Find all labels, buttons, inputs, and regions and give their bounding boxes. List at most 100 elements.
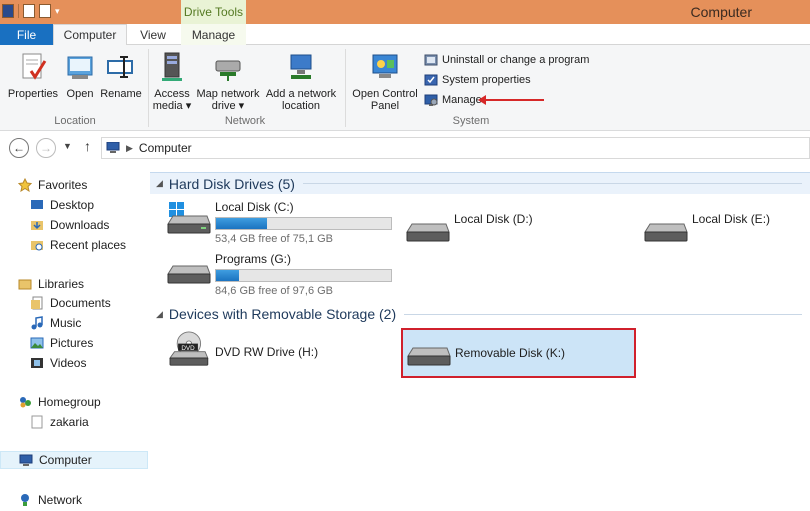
divider: [18, 4, 19, 18]
hard-drive-icon: [644, 223, 688, 242]
nav-item-videos[interactable]: Videos: [30, 354, 86, 372]
drive-e[interactable]: Local Disk (E:): [642, 212, 770, 248]
nav-item-network[interactable]: Network: [18, 491, 82, 509]
arrow-up-icon: ↑: [84, 138, 91, 154]
drive-d[interactable]: Local Disk (D:): [404, 212, 533, 248]
user-icon: [31, 415, 43, 429]
drive-c[interactable]: Local Disk (C:) 53,4 GB free of 75,1 GB: [165, 200, 392, 245]
drive-name: Local Disk (C:): [215, 200, 294, 214]
recent-places-icon: [31, 241, 43, 251]
title-bar: ▾ Drive Tools Computer: [0, 0, 810, 24]
group-header-hard-disk-drives[interactable]: ◢ Hard Disk Drives (5): [150, 172, 810, 194]
properties-button[interactable]: Properties: [6, 51, 60, 100]
new-folder-icon[interactable]: [39, 4, 51, 18]
nav-item-user[interactable]: zakaria: [30, 413, 89, 431]
open-button[interactable]: Open: [62, 51, 98, 100]
divider: [404, 313, 802, 315]
drive-name: DVD RW Drive (H:): [215, 345, 319, 359]
libraries-icon: [18, 279, 32, 290]
dvd-logo: DVD: [181, 345, 195, 352]
drive-name: Removable Disk (K:): [455, 346, 566, 360]
group-label-network: Network: [224, 115, 266, 127]
collapse-icon[interactable]: ◢: [156, 309, 163, 320]
nav-item-computer[interactable]: Computer: [0, 451, 148, 469]
dvd-drive-icon: DVD: [169, 331, 209, 366]
drive-h[interactable]: DVD DVD RW Drive (H:): [165, 331, 318, 367]
documents-icon: [31, 296, 43, 310]
downloads-icon: [31, 221, 43, 230]
computer-icon[interactable]: [2, 4, 14, 18]
chevron-right-icon[interactable]: ▶: [126, 143, 133, 154]
computer-icon: [19, 454, 33, 466]
address-row: ← → ▼ ↑ ▶ Computer: [0, 131, 810, 165]
tab-view[interactable]: View: [127, 24, 179, 45]
divider: [148, 49, 149, 127]
nav-item-desktop[interactable]: Desktop: [30, 196, 94, 214]
media-server-icon: [162, 52, 182, 81]
nav-item-documents[interactable]: Documents: [30, 294, 111, 312]
drive-g[interactable]: Programs (G:) 84,6 GB free of 97,6 GB: [165, 252, 392, 297]
network-drive-icon: [215, 60, 241, 81]
divider: [345, 49, 346, 127]
ribbon: Properties Open Rename Location Access m…: [0, 45, 810, 131]
system-drive-icon: [167, 202, 211, 234]
properties-icon[interactable]: [23, 4, 35, 18]
recent-locations-dropdown[interactable]: ▼: [63, 141, 72, 151]
address-bar[interactable]: ▶ Computer: [101, 137, 810, 159]
divider: [302, 183, 802, 184]
uninstall-program-button[interactable]: Uninstall or change a program: [424, 51, 589, 68]
computer-icon: [106, 142, 120, 153]
address-path[interactable]: Computer: [139, 141, 192, 155]
arrow-left-icon: ←: [13, 141, 25, 155]
drive-name: Local Disk (E:): [692, 212, 771, 226]
access-media-button[interactable]: Access media ▾: [152, 51, 192, 112]
network-location-icon: [290, 54, 312, 79]
quick-access-toolbar: ▾: [2, 4, 60, 18]
rename-button[interactable]: Rename: [100, 51, 142, 100]
nav-item-recent-places[interactable]: Recent places: [30, 236, 126, 254]
tab-file[interactable]: File: [0, 24, 53, 45]
network-icon: [21, 494, 29, 506]
homegroup-icon: [20, 397, 31, 408]
window-title: Computer: [690, 4, 752, 20]
nav-item-homegroup[interactable]: Homegroup: [18, 393, 101, 411]
removable-disk-icon: [407, 347, 451, 366]
group-header-removable-storage[interactable]: ◢ Devices with Removable Storage (2): [150, 303, 810, 325]
usage-bar: [215, 269, 392, 282]
forward-button[interactable]: →: [36, 138, 56, 158]
nav-item-music[interactable]: Music: [30, 314, 81, 332]
back-button[interactable]: ←: [9, 138, 29, 158]
system-properties-button[interactable]: System properties: [424, 71, 531, 88]
drive-name: Local Disk (D:): [454, 212, 533, 226]
add-network-location-button[interactable]: Add a network location: [264, 51, 338, 112]
nav-item-pictures[interactable]: Pictures: [30, 334, 93, 352]
hard-drive-icon: [406, 223, 450, 242]
control-panel-icon: [372, 54, 398, 78]
nav-item-libraries[interactable]: Libraries: [18, 275, 84, 293]
red-arrow-annotation: [478, 95, 544, 105]
hard-drive-icon: [167, 265, 211, 284]
nav-item-downloads[interactable]: Downloads: [30, 216, 109, 234]
free-space-text: 53,4 GB free of 75,1 GB: [215, 233, 334, 245]
map-network-drive-button[interactable]: Map network drive ▾: [194, 51, 262, 112]
star-icon: [18, 178, 32, 192]
computer-management-icon: [424, 94, 438, 106]
usage-bar-fill: [216, 218, 267, 229]
up-button[interactable]: ↑: [84, 138, 91, 154]
nav-item-favorites[interactable]: Favorites: [18, 176, 87, 194]
open-control-panel-button[interactable]: Open Control Panel: [350, 51, 420, 112]
videos-icon: [31, 358, 43, 368]
properties-icon: [22, 53, 47, 80]
chevron-down-icon[interactable]: ▾: [55, 6, 60, 17]
rename-icon: [107, 56, 133, 78]
drive-k[interactable]: Removable Disk (K:): [401, 328, 636, 378]
free-space-text: 84,6 GB free of 97,6 GB: [215, 285, 334, 297]
collapse-icon[interactable]: ◢: [156, 178, 163, 189]
manage-button[interactable]: Manage: [424, 91, 482, 108]
tab-computer[interactable]: Computer: [53, 24, 127, 46]
open-icon: [67, 56, 93, 79]
drive-tools-context-label: Drive Tools: [181, 0, 246, 24]
drive-name: Programs (G:): [215, 252, 292, 266]
tab-manage[interactable]: Manage: [181, 24, 246, 45]
ribbon-tabs: File Computer View Manage: [0, 24, 810, 46]
